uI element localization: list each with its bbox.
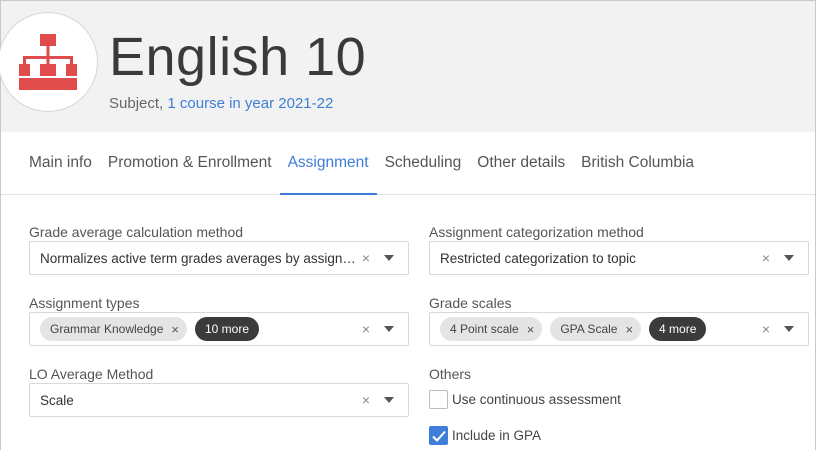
page-title: English 10 bbox=[109, 27, 367, 87]
page-header: English 10 Subject, 1 course in year 202… bbox=[0, 1, 815, 132]
assignment-form: Grade average calculation method Normali… bbox=[1, 195, 815, 450]
subtitle-prefix: Subject, bbox=[109, 95, 168, 112]
clear-icon[interactable]: × bbox=[358, 250, 374, 266]
categorization-value: Restricted categorization to topic bbox=[440, 250, 636, 266]
lo-average-label: LO Average Method bbox=[29, 366, 154, 382]
include-gpa-checkbox[interactable] bbox=[429, 426, 448, 445]
lo-average-select[interactable]: Scale × bbox=[29, 383, 409, 417]
tab-assignment[interactable]: Assignment bbox=[279, 132, 377, 195]
grade-average-select[interactable]: Normalizes active term grades averages b… bbox=[29, 241, 409, 275]
assignment-types-chips: Grammar Knowledge × 10 more bbox=[30, 317, 358, 341]
chip-grammar-knowledge: Grammar Knowledge × bbox=[40, 317, 187, 341]
chip-4-point-scale: 4 Point scale × bbox=[440, 317, 543, 341]
chip-label: GPA Scale bbox=[560, 322, 618, 336]
checkmark-icon bbox=[431, 430, 446, 442]
tab-other-details[interactable]: Other details bbox=[469, 132, 573, 195]
chip-gpa-scale: GPA Scale × bbox=[550, 317, 642, 341]
grade-scales-label: Grade scales bbox=[429, 295, 512, 311]
clear-icon[interactable]: × bbox=[358, 392, 374, 408]
chevron-down-icon[interactable] bbox=[384, 326, 394, 332]
clear-icon[interactable]: × bbox=[358, 321, 374, 337]
assignment-types-label: Assignment types bbox=[29, 295, 140, 311]
tab-main-info[interactable]: Main info bbox=[21, 132, 100, 195]
categorization-label: Assignment categorization method bbox=[429, 224, 644, 240]
assignment-types-select[interactable]: Grammar Knowledge × 10 more × bbox=[29, 312, 409, 346]
others-label: Others bbox=[429, 366, 472, 382]
chip-label: Grammar Knowledge bbox=[50, 322, 164, 336]
more-chip[interactable]: 4 more bbox=[649, 317, 707, 341]
chevron-down-icon[interactable] bbox=[784, 326, 794, 332]
chevron-down-icon[interactable] bbox=[384, 255, 394, 261]
chip-remove-icon[interactable]: × bbox=[527, 322, 535, 337]
chip-remove-icon[interactable]: × bbox=[625, 322, 633, 337]
subject-avatar bbox=[0, 12, 98, 112]
more-chip[interactable]: 10 more bbox=[194, 317, 260, 341]
tab-british-columbia[interactable]: British Columbia bbox=[573, 132, 702, 195]
chevron-down-icon[interactable] bbox=[784, 255, 794, 261]
grade-average-value: Normalizes active term grades averages b… bbox=[40, 250, 358, 266]
clear-icon[interactable]: × bbox=[758, 250, 774, 266]
continuous-assessment-checkbox[interactable] bbox=[429, 390, 448, 409]
course-count-link[interactable]: 1 course in year 2021-22 bbox=[167, 95, 333, 112]
tab-scheduling[interactable]: Scheduling bbox=[377, 132, 470, 195]
grade-average-label: Grade average calculation method bbox=[29, 224, 244, 240]
grade-scales-chips: 4 Point scale × GPA Scale × 4 more bbox=[430, 317, 758, 341]
tab-promotion-enrollment[interactable]: Promotion & Enrollment bbox=[100, 132, 280, 195]
page-subtitle: Subject, 1 course in year 2021-22 bbox=[109, 95, 333, 112]
chip-label: 4 Point scale bbox=[450, 322, 519, 336]
include-gpa-label: Include in GPA bbox=[452, 428, 542, 443]
continuous-assessment-label: Use continuous assessment bbox=[452, 392, 621, 407]
tab-bar: Main info Promotion & Enrollment Assignm… bbox=[1, 132, 815, 195]
chip-remove-icon[interactable]: × bbox=[171, 322, 179, 337]
include-gpa-row: Include in GPA bbox=[429, 426, 541, 445]
chevron-down-icon[interactable] bbox=[384, 397, 394, 403]
categorization-select[interactable]: Restricted categorization to topic × bbox=[429, 241, 809, 275]
org-chart-icon bbox=[19, 34, 77, 90]
clear-icon[interactable]: × bbox=[758, 321, 774, 337]
continuous-assessment-row: Use continuous assessment bbox=[429, 390, 621, 409]
grade-scales-select[interactable]: 4 Point scale × GPA Scale × 4 more × bbox=[429, 312, 809, 346]
lo-average-value: Scale bbox=[40, 392, 74, 408]
